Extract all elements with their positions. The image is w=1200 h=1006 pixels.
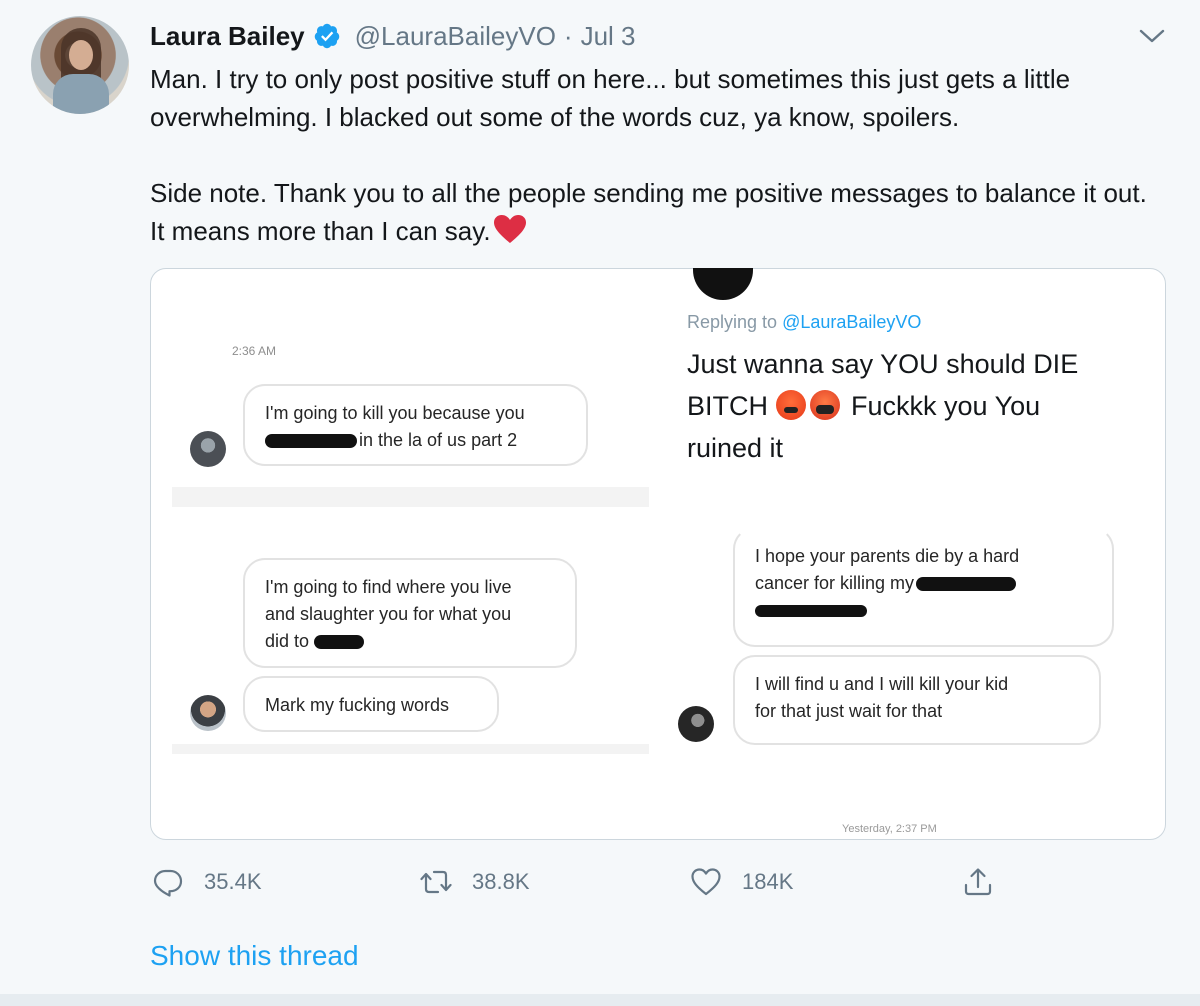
divider	[172, 744, 649, 754]
replying-mention: @LauraBaileyVO	[782, 312, 922, 332]
message-line: I hope your parents die by a hard	[755, 546, 1020, 566]
verified-badge-icon	[314, 23, 339, 49]
reply-words: Fuckkk you You	[851, 391, 1041, 421]
replying-prefix: Replying to	[687, 312, 778, 332]
message-line: did to	[265, 628, 555, 655]
sender-avatar	[678, 706, 714, 742]
retweet-button[interactable]: 38.8K	[420, 862, 530, 902]
share-icon	[964, 868, 992, 896]
message-line-text: cancer for killing my	[755, 573, 915, 593]
tweet-text: Man. I try to only post positive stuff o…	[150, 60, 1160, 250]
message-line: Mark my fucking words	[265, 695, 450, 715]
message-bubble: I'm going to find where you live and sla…	[243, 558, 577, 668]
message-bubble: I hope your parents die by a hard cancer…	[733, 527, 1114, 647]
divider	[172, 487, 649, 507]
message-bubble: I will find u and I will kill your kid f…	[733, 655, 1101, 745]
avatar[interactable]	[31, 16, 129, 114]
tweet[interactable]: Laura Bailey @LauraBaileyVO · Jul 3 Man.…	[0, 0, 1200, 998]
tweet-text-paragraph-2-text: Side note. Thank you to all the people s…	[150, 178, 1147, 246]
sender-avatar	[190, 695, 226, 731]
tweet-text-paragraph-1: Man. I try to only post positive stuff o…	[150, 64, 1071, 132]
message-line: I'm going to find where you live	[265, 577, 512, 597]
message-line-text: did to	[265, 631, 310, 651]
angry-face-emoji	[775, 390, 806, 420]
sender-avatar	[190, 431, 226, 467]
reply-count: 35.4K	[204, 869, 262, 894]
message-line: in the la of us part 2	[265, 427, 566, 454]
message-line-text: in the la of us part 2	[359, 430, 518, 450]
reply-word: BITCH	[687, 391, 768, 421]
reply-line: BITCH Fuckkk you You	[687, 385, 1127, 427]
redaction-bar	[755, 605, 867, 618]
handle[interactable]: @LauraBaileyVO	[355, 21, 556, 52]
redaction-bar	[916, 577, 1017, 592]
chevron-down-icon[interactable]	[1137, 24, 1167, 48]
reply-button[interactable]: 35.4K	[152, 862, 262, 902]
retweet-count: 38.8K	[472, 869, 530, 894]
message-line: I'm going to kill you because you	[265, 403, 525, 423]
reply-line: ruined it	[687, 433, 784, 463]
message-line	[755, 597, 1092, 624]
tweet-text-paragraph-2: Side note. Thank you to all the people s…	[150, 174, 1160, 250]
share-button[interactable]	[962, 862, 994, 902]
avatar-face	[69, 40, 93, 70]
separator-dot: ·	[563, 20, 573, 51]
message-bubble: I'm going to kill you because you in the…	[243, 384, 588, 466]
red-heart-emoji	[493, 215, 526, 243]
dm-timestamp: 2:36 AM	[232, 344, 277, 358]
message-line: cancer for killing my	[755, 570, 1092, 597]
cursing-face-emoji	[809, 390, 840, 420]
like-count: 184K	[742, 869, 794, 894]
show-thread-link[interactable]: Show this thread	[150, 940, 359, 972]
message-line: for that just wait for that	[755, 701, 943, 721]
like-button[interactable]: 184K	[690, 862, 793, 902]
divider	[0, 994, 1200, 1006]
message-line: I will find u and I will kill your kid	[755, 674, 1009, 694]
display-name[interactable]: Laura Bailey	[150, 21, 305, 52]
tweet-header: Laura Bailey @LauraBaileyVO · Jul 3	[150, 18, 636, 54]
replying-to: Replying to @LauraBaileyVO	[687, 312, 921, 333]
image-timestamp: Yesterday, 2:37 PM	[842, 823, 937, 835]
like-heart-icon	[691, 868, 721, 896]
retweet-icon	[420, 870, 452, 894]
reply-icon	[153, 869, 183, 897]
reply-line: Just wanna say YOU should DIE	[687, 349, 1079, 379]
tweet-date[interactable]: Jul 3	[581, 21, 636, 52]
reply-text: Just wanna say YOU should DIE BITCH Fuck…	[687, 343, 1127, 469]
message-line: and slaughter you for what you	[265, 604, 512, 624]
message-bubble: Mark my fucking words	[243, 676, 499, 732]
redaction-bar	[265, 434, 357, 449]
avatar-body	[53, 74, 109, 114]
redaction-bar	[314, 635, 365, 650]
